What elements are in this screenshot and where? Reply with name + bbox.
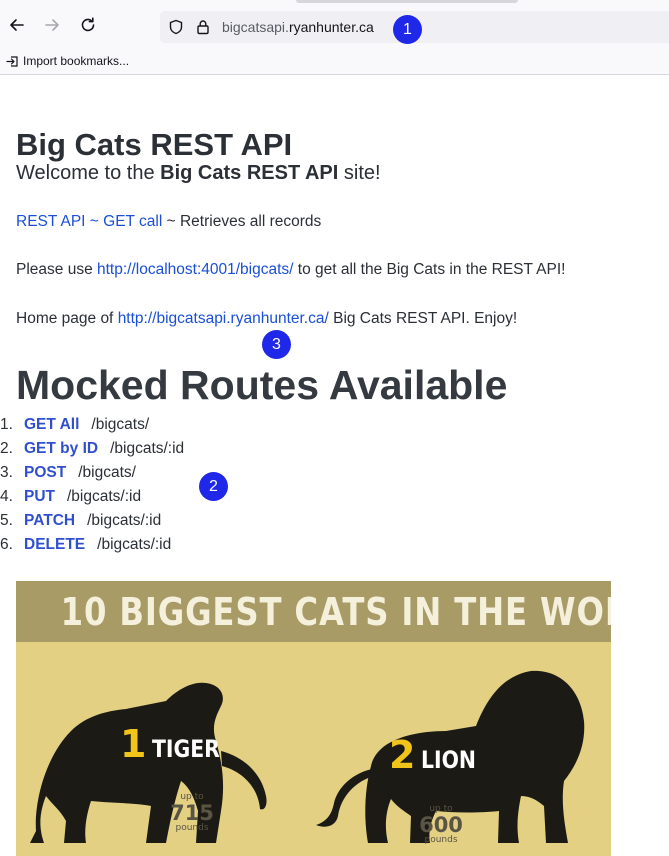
localhost-suffix: to get all the Big Cats in the REST API! — [293, 261, 566, 278]
localhost-link[interactable]: http://localhost:4001/bigcats/ — [97, 261, 293, 278]
reload-button[interactable] — [75, 12, 101, 38]
forward-button[interactable] — [39, 12, 65, 38]
annotation-marker-2: 2 — [199, 472, 228, 501]
welcome-bold: Big Cats REST API — [160, 162, 339, 184]
route-method: PATCH — [24, 512, 76, 529]
localhost-line: Please use http://localhost:4001/bigcats… — [16, 261, 565, 279]
route-path: /bigcats/:id — [67, 488, 142, 505]
route-method: POST — [24, 464, 67, 481]
annotation-marker-3: 3 — [262, 330, 291, 359]
route-method: DELETE — [24, 536, 86, 553]
lion-weight-unit: pounds — [424, 835, 458, 845]
home-line: Home page of http://bigcatsapi.ryanhunte… — [16, 310, 517, 328]
route-item: 4. PUT /bigcats/:id — [0, 488, 184, 512]
route-number: 1. — [0, 416, 13, 433]
welcome-prefix: Welcome to the — [16, 162, 161, 184]
welcome-suffix: site! — [338, 162, 381, 184]
bookmarks-toolbar: Import bookmarks... — [0, 50, 669, 75]
tiger-weight: up to 715 pounds — [169, 793, 215, 833]
tab-strip-edge — [296, 0, 518, 3]
home-prefix: Home page of — [16, 310, 118, 327]
back-button[interactable] — [4, 12, 30, 38]
routes-heading: Mocked Routes Available — [16, 362, 508, 408]
route-path: /bigcats/ — [91, 416, 150, 433]
reload-icon — [81, 17, 95, 32]
route-number: 6. — [0, 536, 13, 553]
lion-label: 2 LION — [389, 733, 486, 777]
route-item: 6. DELETE /bigcats/:id — [0, 536, 184, 560]
route-method: GET by ID — [24, 440, 99, 457]
url-subdomain: bigcatsapi. — [222, 19, 289, 35]
lion-rank: 2 — [389, 733, 416, 777]
routes-list: 1. GET All /bigcats/ 2. GET by ID /bigca… — [0, 416, 184, 560]
tiger-name: TIGER — [152, 735, 220, 763]
route-item: 5. PATCH /bigcats/:id — [0, 512, 184, 536]
route-item: 3. POST /bigcats/ — [0, 464, 184, 488]
tiger-silhouette-icon — [30, 670, 585, 843]
localhost-prefix: Please use — [16, 261, 97, 278]
tiger-label: 1 TIGER — [120, 722, 232, 766]
tiger-weight-value: 715 — [170, 801, 214, 825]
forward-arrow-icon — [45, 19, 59, 31]
route-number: 5. — [0, 512, 13, 529]
route-number: 3. — [0, 464, 13, 481]
annotation-marker-1: 1 — [393, 15, 422, 44]
route-item: 2. GET by ID /bigcats/:id — [0, 440, 184, 464]
import-icon — [6, 55, 18, 67]
url-domain: ryanhunter.ca — [288, 19, 374, 35]
route-item: 1. GET All /bigcats/ — [0, 416, 184, 440]
tiger-weight-unit: pounds — [175, 823, 209, 833]
home-suffix: Big Cats REST API. Enjoy! — [328, 310, 518, 327]
get-call-line: REST API ~ GET call ~ Retrieves all reco… — [16, 213, 321, 231]
route-method: PUT — [24, 488, 55, 505]
back-arrow-icon — [10, 19, 24, 31]
get-call-text: ~ Retrieves all records — [162, 213, 322, 230]
get-call-link[interactable]: REST API ~ GET call — [16, 213, 162, 230]
import-bookmarks-label: Import bookmarks... — [23, 54, 130, 68]
lion-weight-value: 600 — [419, 813, 463, 837]
lock-icon[interactable] — [196, 19, 210, 35]
route-method: GET All — [24, 416, 80, 433]
route-number: 4. — [0, 488, 13, 505]
route-number: 2. — [0, 440, 13, 457]
page-title: Big Cats REST API — [16, 127, 293, 162]
tiger-rank: 1 — [120, 722, 147, 766]
lion-weight: up to 600 pounds — [418, 805, 464, 845]
welcome-text: Welcome to the Big Cats REST API site! — [16, 162, 381, 185]
url-text[interactable]: bigcatsapi.ryanhunter.ca — [222, 19, 374, 35]
route-path: /bigcats/:id — [110, 440, 185, 457]
home-link[interactable]: http://bigcatsapi.ryanhunter.ca/ — [118, 310, 329, 327]
lion-name: LION — [421, 746, 477, 774]
browser-toolbar: bigcatsapi.ryanhunter.ca — [0, 0, 669, 50]
import-bookmarks-button[interactable]: Import bookmarks... — [6, 54, 129, 68]
route-path: /bigcats/:id — [97, 536, 172, 553]
big-cats-infographic: 10 BIGGEST CATS IN THE WORLD 1 TIGER up … — [16, 581, 611, 856]
route-path: /bigcats/:id — [87, 512, 162, 529]
shield-icon[interactable] — [168, 19, 184, 35]
route-path: /bigcats/ — [78, 464, 136, 481]
